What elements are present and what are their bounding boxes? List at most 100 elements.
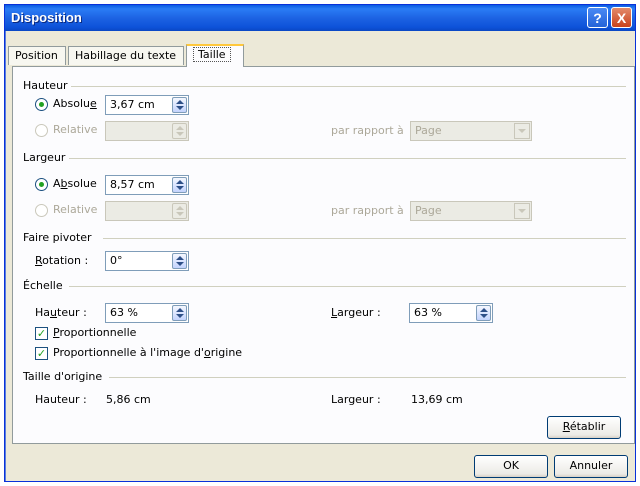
chevron-down-icon <box>514 203 530 219</box>
label-text: rigine <box>210 346 243 359</box>
scale-height-input[interactable]: 63 % <box>105 303 189 323</box>
accel-key: R <box>562 420 570 433</box>
scale-width-input[interactable]: 63 % <box>409 303 493 323</box>
width-relative-to-select: Page <box>410 201 532 221</box>
spin-up-icon <box>176 100 184 104</box>
section-divider <box>103 238 626 239</box>
height-absolute-radio[interactable] <box>35 98 48 111</box>
spin-up-icon <box>176 180 184 184</box>
original-size-title: Taille d'origine <box>23 370 103 383</box>
dialog-title: Disposition <box>11 10 82 25</box>
tab-size[interactable]: Taille <box>186 44 244 67</box>
height-absolute-input[interactable]: 3,67 cm <box>105 95 189 115</box>
cancel-button[interactable]: Annuler <box>554 455 628 478</box>
section-divider <box>69 286 626 287</box>
height-relative-to-select: Page <box>410 121 532 141</box>
ok-button[interactable]: OK <box>474 455 548 478</box>
width-relative-radio[interactable] <box>35 204 48 217</box>
tab-text-wrapping[interactable]: Habillage du texte <box>68 46 184 65</box>
section-divider <box>109 377 626 378</box>
relative-original-checkbox[interactable]: ✓ <box>35 347 48 360</box>
accel-key: u <box>50 306 57 319</box>
checkmark-icon: ✓ <box>36 347 47 360</box>
label-text: établir <box>569 420 606 433</box>
size-tab-panel: Hauteur Absolue 3,67 cm Relative par rap… <box>12 66 635 444</box>
reset-button[interactable]: Rétablir <box>547 416 621 439</box>
scale-width-label: Largeur : <box>331 306 381 319</box>
original-width-label: Largeur : <box>331 393 381 406</box>
scale-height-label: Hauteur : <box>35 306 87 319</box>
rotation-input[interactable]: 0° <box>105 251 189 271</box>
input-value: 63 % <box>414 306 442 319</box>
label-text: roportionnelle <box>59 326 137 339</box>
height-relative-label: Relative <box>53 123 98 136</box>
width-relative-spinner <box>172 203 187 219</box>
tab-label: Habillage du texte <box>75 49 177 62</box>
width-absolute-radio[interactable] <box>35 178 48 191</box>
spin-down-icon <box>176 106 184 110</box>
input-value: 63 % <box>110 306 138 319</box>
original-height-label: Hauteur : <box>35 393 87 406</box>
spin-up-icon <box>176 308 184 312</box>
rotation-spinner[interactable] <box>172 253 187 269</box>
height-relative-radio[interactable] <box>35 124 48 137</box>
scale-height-spinner[interactable] <box>172 305 187 321</box>
chevron-down-icon <box>514 123 530 139</box>
spin-down-icon <box>176 314 184 318</box>
label-text: otation : <box>42 254 89 267</box>
spin-up-icon <box>176 256 184 260</box>
section-divider <box>69 158 626 159</box>
title-bar[interactable]: Disposition ? X <box>5 5 635 31</box>
accel-key: b <box>60 177 68 190</box>
original-width-value: 13,69 cm <box>411 393 463 406</box>
scale-width-spinner[interactable] <box>476 305 491 321</box>
label-text: teur : <box>57 306 87 319</box>
tab-position[interactable]: Position <box>8 46 66 65</box>
height-relative-input <box>105 121 189 141</box>
label-text: solue <box>67 177 97 190</box>
spin-down-icon <box>176 212 184 216</box>
spin-down-icon <box>176 132 184 136</box>
accel-key: e <box>90 97 97 110</box>
rotation-label: Rotation : <box>35 254 88 267</box>
height-absolute-spinner[interactable] <box>172 97 187 113</box>
width-absolute-label[interactable]: Absolue <box>53 177 97 190</box>
height-relative-to-label: par rapport à <box>331 124 404 137</box>
spin-up-icon <box>480 308 488 312</box>
width-relative-input <box>105 201 189 221</box>
section-divider <box>71 86 626 87</box>
accel-key: o <box>203 346 211 359</box>
height-section-title: Hauteur <box>23 79 68 92</box>
width-relative-label: Relative <box>53 203 98 216</box>
tab-label: Position <box>15 49 58 62</box>
help-button[interactable]: ? <box>587 7 608 28</box>
label-text: Proportionnelle à l'image d' <box>53 346 204 359</box>
input-value: 3,67 cm <box>110 98 155 111</box>
width-section-title: Largeur <box>23 151 66 164</box>
select-value: Page <box>415 124 442 137</box>
spin-up-icon <box>176 206 184 210</box>
spin-down-icon <box>480 314 488 318</box>
checkmark-icon: ✓ <box>36 327 47 340</box>
label-text: A <box>53 177 61 190</box>
spin-up-icon <box>176 126 184 130</box>
rotate-section-title: Faire pivoter <box>23 231 92 244</box>
scale-section-title: Échelle <box>23 279 63 292</box>
spin-down-icon <box>176 262 184 266</box>
proportional-checkbox[interactable]: ✓ <box>35 327 48 340</box>
spin-down-icon <box>176 186 184 190</box>
relative-original-label[interactable]: Proportionnelle à l'image d'origine <box>53 346 242 359</box>
height-absolute-label[interactable]: Absolue <box>53 97 97 110</box>
label-text: Ha <box>35 306 51 319</box>
height-relative-spinner <box>172 123 187 139</box>
width-absolute-spinner[interactable] <box>172 177 187 193</box>
input-value: 8,57 cm <box>110 178 155 191</box>
width-absolute-input[interactable]: 8,57 cm <box>105 175 189 195</box>
select-value: Page <box>415 204 442 217</box>
label-text: argeur : <box>337 306 381 319</box>
proportional-label[interactable]: Proportionnelle <box>53 326 136 339</box>
close-button[interactable]: X <box>611 7 632 28</box>
original-height-value: 5,86 cm <box>106 393 151 406</box>
tab-label: Taille <box>193 47 231 62</box>
input-value: 0° <box>110 254 123 267</box>
